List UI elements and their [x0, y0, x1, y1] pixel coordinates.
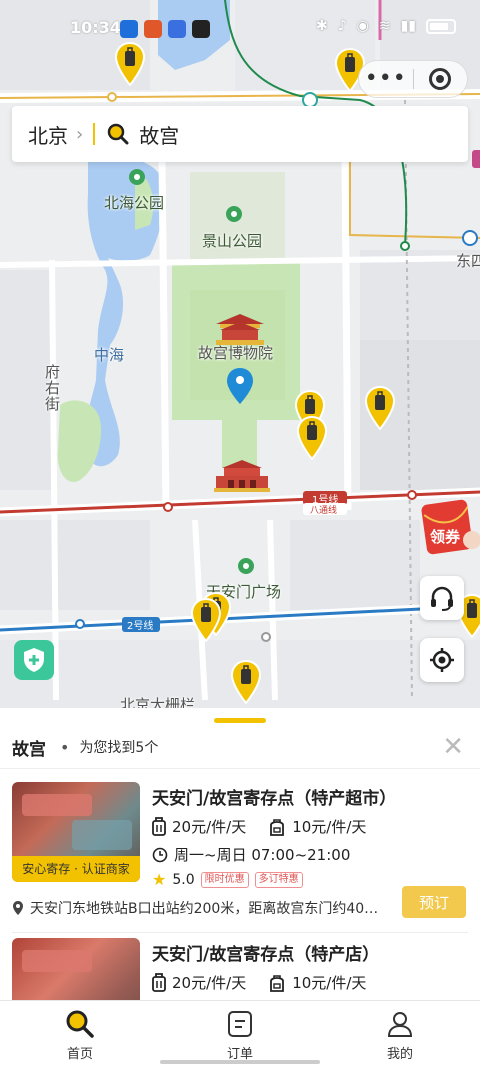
- backpack-icon: [270, 974, 285, 992]
- wifi-icon: ≋: [378, 18, 391, 34]
- mute-icon: ♪: [337, 18, 347, 34]
- safety-button[interactable]: [14, 640, 54, 680]
- storage-pin-icon[interactable]: [364, 386, 396, 430]
- storage-photo: [12, 938, 140, 1000]
- order-icon: [228, 1011, 252, 1037]
- storage-pin-icon[interactable]: [190, 598, 222, 642]
- metro-line2-label: 2号线: [127, 621, 154, 632]
- map-label-dongsi: 东四: [456, 252, 480, 270]
- map-label-fuyou-street: 府右街: [43, 364, 61, 412]
- city-selector[interactable]: 北京: [28, 120, 68, 149]
- storage-list-item[interactable]: 天安门/故宫寄存点（特产店） 20元/件/天 10元/件/天: [12, 938, 468, 1000]
- results-keyword: 故宫: [12, 739, 46, 760]
- storage-pin-icon[interactable]: [114, 42, 146, 86]
- signal-icon: ▮▮: [400, 18, 416, 34]
- coupon-label: 领券: [430, 528, 461, 546]
- chevron-right-icon: ›: [76, 123, 84, 145]
- storage-photo: 安心寄存 · 认证商家: [12, 782, 140, 882]
- price-small-group: 10元/件/天: [268, 816, 366, 837]
- tiananmen-gate-icon: [214, 460, 270, 492]
- customer-service-button[interactable]: [420, 576, 464, 620]
- map-label-beihai-park: 北海公园: [104, 194, 165, 212]
- bluetooth-icon: ✱: [315, 18, 328, 34]
- address-row: 天安门东地铁站B口出站约200米，距离故宫东门约40…: [12, 898, 392, 918]
- storage-pin-icon[interactable]: [296, 416, 328, 460]
- certified-tag: 安心寄存 · 认证商家: [12, 856, 140, 882]
- palace-museum-icon: [216, 314, 264, 345]
- bottom-tab-bar: 首页 订单 我的: [0, 1000, 480, 1066]
- price-row: 20元/件/天 10元/件/天: [152, 972, 366, 993]
- more-menu-icon[interactable]: •••: [359, 68, 413, 90]
- search-divider: [93, 123, 96, 145]
- tab-orders[interactable]: 订单: [160, 1001, 320, 1066]
- storage-pin-icon[interactable]: [230, 660, 262, 704]
- header-divider: [0, 768, 480, 769]
- close-miniprogram-icon[interactable]: [413, 68, 467, 90]
- storage-title: 天安门/故宫寄存点（特产超市）: [152, 789, 397, 809]
- price-small-group: 10元/件/天: [268, 972, 366, 993]
- map-label-zhonghai: 中海: [94, 346, 125, 364]
- headset-icon: [431, 586, 453, 611]
- sheet-drag-handle[interactable]: [214, 718, 266, 723]
- price-large-luggage: 20元/件/天: [172, 818, 247, 836]
- app-notification-icon: [144, 20, 162, 38]
- book-button[interactable]: 预订: [402, 886, 466, 918]
- item-divider: [12, 932, 468, 933]
- search-icon: [107, 123, 129, 145]
- results-count: 为您找到5个: [79, 740, 159, 756]
- hours-text: 周一~周日 07:00~21:00: [174, 846, 351, 864]
- search-input[interactable]: 故宫: [139, 120, 179, 149]
- storage-list-item[interactable]: 安心寄存 · 认证商家 天安门/故宫寄存点（特产超市） 20元/件/天 10元/…: [12, 782, 468, 926]
- search-icon: [66, 1010, 94, 1038]
- map-label-jingshan-park: 景山公园: [202, 232, 263, 250]
- results-header: 故宫 • 为您找到5个 ✕: [12, 732, 468, 762]
- notification-icons: [120, 20, 210, 38]
- rating-row: ★ 5.0 限时优惠 多订特惠: [152, 870, 303, 889]
- map-label-dazhalan: 北京大栅栏: [120, 696, 196, 708]
- address-text: 天安门东地铁站B口出站约200米，距离故宫东门约40…: [30, 901, 379, 917]
- promo-badge-multi: 多订特惠: [254, 871, 303, 888]
- price-small-bag: 10元/件/天: [292, 974, 367, 992]
- status-bar: 10:34 ✱ ♪ ◉ ≋ ▮▮: [0, 14, 480, 48]
- app-notification-icon: [168, 20, 186, 38]
- close-icon[interactable]: ✕: [442, 732, 464, 762]
- search-bar[interactable]: 北京 › 故宫: [12, 106, 468, 162]
- promo-badge-limited: 限时优惠: [200, 871, 249, 888]
- app-notification-icon: [192, 20, 210, 38]
- star-icon: ★: [152, 870, 167, 889]
- price-large-luggage: 20元/件/天: [172, 974, 247, 992]
- user-icon: [387, 1012, 413, 1037]
- opening-hours: 周一~周日 07:00~21:00: [152, 844, 350, 865]
- status-time: 10:34: [70, 18, 121, 37]
- home-indicator: [160, 1060, 320, 1064]
- separator-dot: •: [60, 737, 70, 757]
- tab-home[interactable]: 首页: [0, 1001, 160, 1066]
- backpack-icon: [270, 818, 285, 836]
- luggage-icon: [152, 972, 166, 992]
- locate-button[interactable]: [420, 638, 464, 682]
- metro-batong-label: 八通线: [310, 506, 338, 516]
- location-icon: ◉: [356, 18, 369, 34]
- app-screen: 北海公园 景山公园 中海 故宫博物院 府右街 天安门广场 东四 北京大栅栏 1号…: [0, 0, 480, 1066]
- rating-value: 5.0: [172, 871, 195, 888]
- system-icons: ✱ ♪ ◉ ≋ ▮▮: [316, 18, 456, 34]
- battery-icon: [426, 18, 456, 34]
- shield-plus-icon: [24, 648, 44, 672]
- location-pin-icon: [13, 901, 23, 915]
- results-sheet: 故宫 • 为您找到5个 ✕ 安心寄存 · 认证商家 天安门/故宫寄存点（特产超市…: [0, 708, 480, 1000]
- tab-profile-label: 我的: [386, 1047, 413, 1062]
- clock-icon: [152, 847, 168, 862]
- price-row: 20元/件/天 10元/件/天: [152, 816, 366, 837]
- storage-title: 天安门/故宫寄存点（特产店）: [152, 945, 380, 965]
- locate-icon: [430, 648, 454, 672]
- tab-home-label: 首页: [66, 1047, 93, 1062]
- miniprogram-capsule: •••: [358, 60, 468, 98]
- app-notification-icon: [120, 20, 138, 38]
- luggage-icon: [152, 816, 166, 836]
- tab-profile[interactable]: 我的: [320, 1001, 480, 1066]
- price-small-bag: 10元/件/天: [292, 818, 367, 836]
- coupon-button[interactable]: 领券: [420, 498, 480, 556]
